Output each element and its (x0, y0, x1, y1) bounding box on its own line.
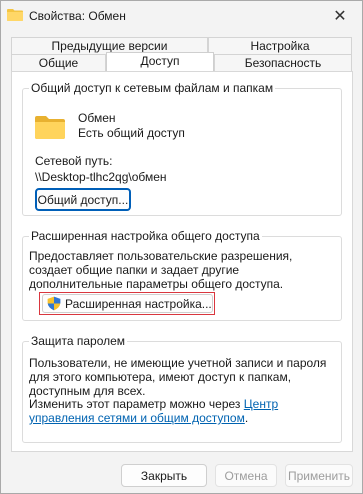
folder-name: Обмен (78, 111, 116, 125)
close-icon: ✕ (333, 8, 347, 25)
dialog-footer: Закрыть Отмена Применить (1, 453, 362, 493)
password-protection-description: Пользователи, не имеющие учетной записи … (29, 356, 327, 398)
folder-share-status: Есть общий доступ (78, 126, 185, 140)
properties-window: Свойства: Обмен ✕ Предыдущие версии Наст… (0, 0, 363, 494)
tab-customize[interactable]: Настройка (208, 37, 352, 54)
tab-strip: Предыдущие версии Настройка Общие Доступ… (11, 37, 352, 71)
period-text: . (244, 411, 249, 425)
uac-shield-icon (47, 296, 61, 311)
advanced-sharing-group: Расширенная настройка общего доступа Пре… (22, 229, 342, 321)
password-protection-group: Защита паролем Пользователи, не имеющие … (22, 334, 342, 443)
tab-general[interactable]: Общие (11, 54, 106, 71)
network-path-value: \\Desktop-tlhc2qg\обмен (35, 170, 167, 184)
close-button[interactable]: Закрыть (121, 464, 207, 487)
apply-button[interactable]: Применить (285, 464, 353, 487)
advanced-sharing-button-label: Расширенная настройка... (65, 296, 212, 311)
advanced-sharing-description: Предоставляет пользовательские разрешени… (29, 249, 293, 291)
folder-icon (7, 9, 23, 21)
network-path-label: Сетевой путь: (35, 154, 113, 168)
network-share-group: Общий доступ к сетевым файлам и папкам О… (22, 81, 342, 216)
sharing-panel: Общий доступ к сетевым файлам и папкам О… (11, 71, 353, 452)
change-setting-text: Изменить этот параметр можно через (29, 397, 244, 411)
folder-icon (35, 116, 65, 139)
window-title: Свойства: Обмен (29, 9, 126, 23)
cancel-button[interactable]: Отмена (215, 464, 277, 487)
tab-sharing[interactable]: Доступ (106, 52, 214, 71)
close-window-button[interactable]: ✕ (318, 1, 362, 31)
title-bar[interactable]: Свойства: Обмен ✕ (1, 1, 362, 31)
password-protection-group-title: Защита паролем (29, 334, 128, 348)
tab-security[interactable]: Безопасность (214, 54, 352, 71)
password-change-text: Изменить этот параметр можно через Центр… (29, 397, 335, 425)
network-share-group-title: Общий доступ к сетевым файлам и папкам (29, 81, 276, 95)
share-button[interactable]: Общий доступ... (35, 188, 131, 211)
advanced-sharing-button[interactable]: Расширенная настройка... (42, 294, 213, 313)
advanced-sharing-group-title: Расширенная настройка общего доступа (29, 229, 262, 243)
